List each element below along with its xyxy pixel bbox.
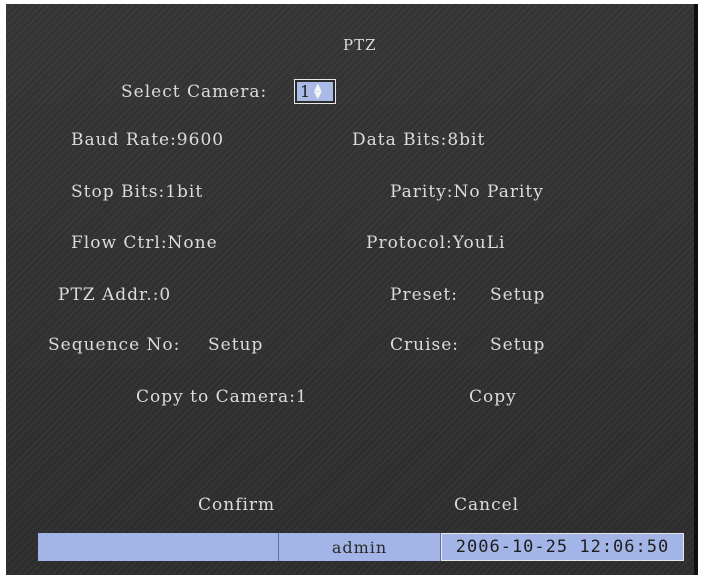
- status-bar-blank: [38, 533, 279, 561]
- copy-button[interactable]: Copy: [469, 387, 517, 407]
- status-datetime: 2006-10-25 12:06:50: [441, 533, 684, 561]
- sequence-setup-button[interactable]: Setup: [208, 335, 263, 355]
- camera-spinner-value: 1: [300, 82, 311, 101]
- preset-label: Preset:: [390, 285, 458, 305]
- dialog-title: PTZ: [343, 36, 377, 54]
- up-down-arrows-icon[interactable]: ▲ ▼: [314, 82, 322, 100]
- copy-to-camera-field[interactable]: Copy to Camera:1: [136, 387, 308, 407]
- confirm-button[interactable]: Confirm: [198, 495, 275, 515]
- stop-bits-field[interactable]: Stop Bits:1bit: [71, 182, 203, 202]
- baud-rate-field[interactable]: Baud Rate:9600: [71, 130, 224, 150]
- ptz-addr-field[interactable]: PTZ Addr.:0: [58, 285, 171, 305]
- parity-field[interactable]: Parity:No Parity: [390, 182, 544, 202]
- protocol-field[interactable]: Protocol:YouLi: [366, 233, 505, 253]
- cruise-setup-button[interactable]: Setup: [490, 335, 545, 355]
- preset-setup-button[interactable]: Setup: [490, 285, 545, 305]
- status-user: admin: [279, 533, 441, 561]
- data-bits-field[interactable]: Data Bits:8bit: [352, 130, 485, 150]
- sequence-label: Sequence No:: [48, 335, 181, 355]
- flow-ctrl-field[interactable]: Flow Ctrl:None: [71, 233, 218, 253]
- status-bar: admin 2006-10-25 12:06:50: [38, 533, 684, 561]
- cancel-button[interactable]: Cancel: [454, 495, 519, 515]
- camera-spinner[interactable]: 1 ▲ ▼: [294, 79, 336, 104]
- ptz-dialog: PTZ Select Camera: 1 ▲ ▼ Baud Rate:9600 D…: [6, 4, 698, 575]
- cruise-label: Cruise:: [390, 335, 460, 355]
- select-camera-label: Select Camera:: [121, 82, 268, 102]
